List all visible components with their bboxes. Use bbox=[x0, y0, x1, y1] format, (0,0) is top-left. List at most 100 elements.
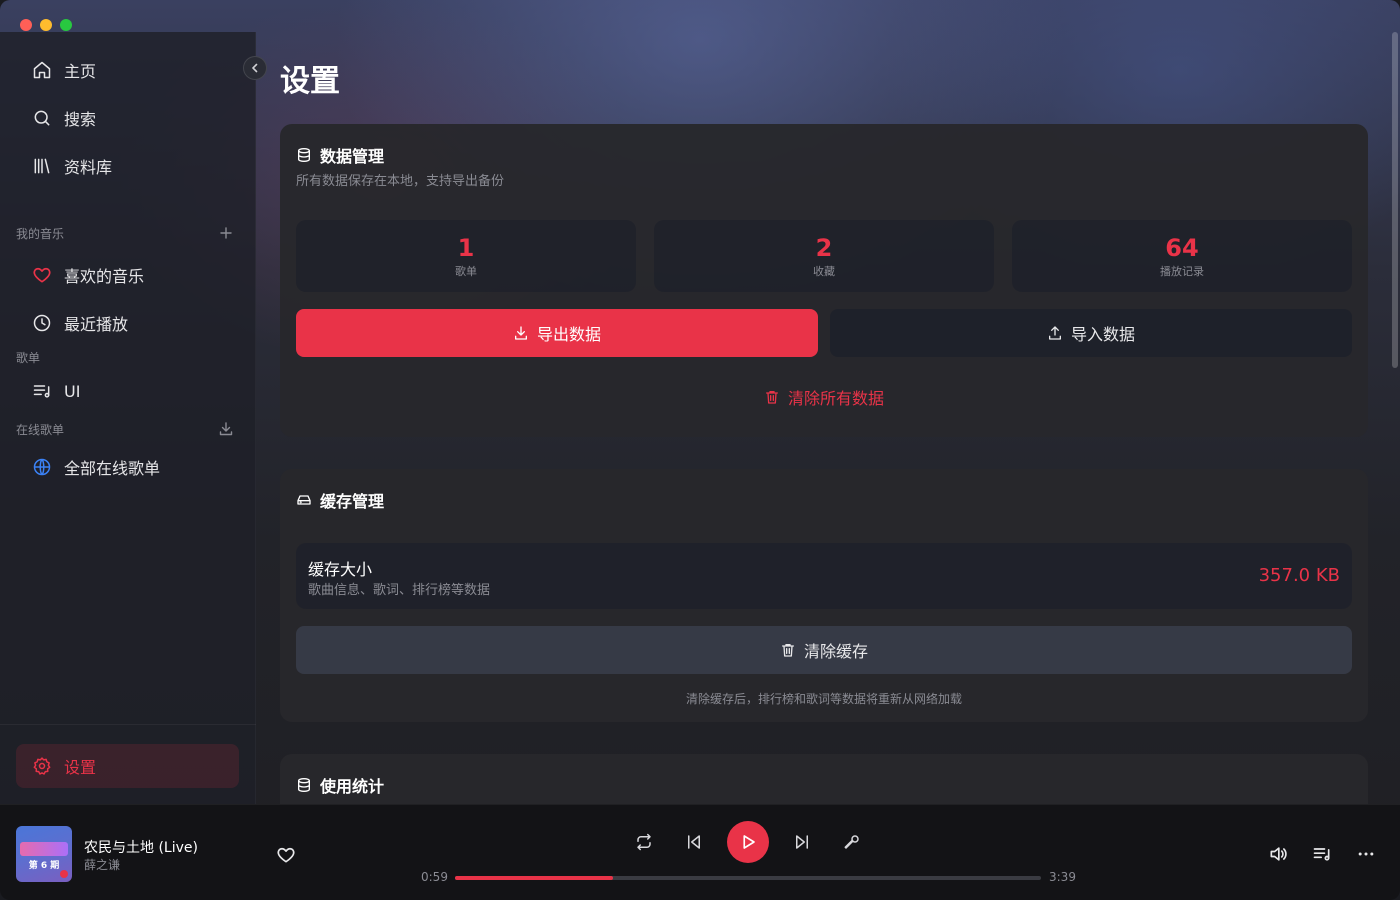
sidebar-item-library[interactable]: 资料库 bbox=[16, 144, 239, 188]
sidebar-item-all-online[interactable]: 全部在线歌单 bbox=[16, 445, 239, 489]
sidebar-item-home[interactable]: 主页 bbox=[16, 48, 239, 92]
album-cover-art bbox=[20, 842, 68, 856]
sidebar-item-label: 全部在线歌单 bbox=[64, 459, 161, 478]
window-controls bbox=[20, 19, 72, 31]
usage-stats-card: 使用统计 bbox=[280, 754, 1368, 804]
sidebar-item-label: 搜索 bbox=[64, 110, 97, 129]
stat-label: 收藏 bbox=[813, 264, 835, 278]
usage-stats-title: 使用统计 bbox=[320, 777, 385, 796]
data-management-header: 数据管理 bbox=[296, 143, 384, 167]
sidebar-item-settings[interactable]: 设置 bbox=[16, 744, 239, 788]
lyrics-button[interactable] bbox=[841, 831, 863, 853]
close-window-button[interactable] bbox=[20, 19, 32, 31]
more-horizontal-icon bbox=[1358, 852, 1374, 856]
library-icon bbox=[34, 158, 50, 174]
skip-forward-icon bbox=[796, 835, 808, 849]
add-playlist-icon[interactable] bbox=[218, 225, 234, 241]
page-title: 设置 bbox=[280, 64, 340, 99]
export-data-label: 导出数据 bbox=[536, 325, 601, 344]
collapse-sidebar-button[interactable] bbox=[243, 56, 267, 80]
my-music-section-label: 我的音乐 bbox=[16, 227, 65, 241]
sidebar-item-search[interactable]: 搜索 bbox=[16, 96, 239, 140]
cache-size-value: 357.0 KB bbox=[1258, 565, 1340, 586]
cache-management-header: 缓存管理 bbox=[296, 488, 384, 512]
usage-stats-header: 使用统计 bbox=[296, 773, 384, 797]
sidebar-item-liked-music[interactable]: 喜欢的音乐 bbox=[16, 253, 239, 297]
total-time: 3:39 bbox=[1049, 870, 1076, 884]
clock-icon bbox=[33, 314, 51, 332]
import-data-button[interactable]: 导入数据 bbox=[830, 309, 1352, 357]
download-icon bbox=[514, 326, 527, 340]
maximize-window-button[interactable] bbox=[60, 19, 72, 31]
sidebar-item-label: 设置 bbox=[64, 758, 97, 777]
next-button[interactable] bbox=[791, 831, 813, 853]
playlists-section-label: 歌单 bbox=[16, 351, 41, 365]
drive-icon bbox=[297, 495, 311, 505]
stat-value: 2 bbox=[815, 233, 833, 262]
sidebar-item-label: 资料库 bbox=[64, 158, 113, 177]
sidebar: 主页 搜索 资料库 我的音乐 喜欢的音乐 最近播放 歌单 UI 在线歌单 全部在… bbox=[0, 32, 256, 804]
sidebar-item-playlist-ui[interactable]: UI bbox=[16, 369, 239, 413]
current-time: 0:59 bbox=[421, 870, 448, 884]
download-icon[interactable] bbox=[218, 421, 234, 437]
cache-management-title: 缓存管理 bbox=[320, 492, 385, 511]
sidebar-item-label: 喜欢的音乐 bbox=[64, 267, 145, 286]
import-data-label: 导入数据 bbox=[1070, 325, 1135, 344]
export-data-button[interactable]: 导出数据 bbox=[296, 309, 818, 357]
clear-all-data-button[interactable]: 清除所有数据 bbox=[744, 373, 904, 421]
player-bar: 第 6 期 农民与土地 (Live) 薛之谦 0:59 3:39 bbox=[0, 804, 1400, 900]
cache-size-title: 缓存大小 bbox=[308, 560, 373, 579]
song-title[interactable]: 农民与土地 (Live) bbox=[84, 837, 198, 857]
progress-bar[interactable] bbox=[455, 876, 1041, 880]
microphone-icon bbox=[844, 835, 859, 849]
sidebar-item-label: 主页 bbox=[64, 62, 97, 81]
repeat-icon bbox=[637, 833, 651, 851]
stat-play-history: 64 播放记录 bbox=[1012, 220, 1352, 292]
more-button[interactable] bbox=[1354, 842, 1378, 866]
queue-button[interactable] bbox=[1310, 842, 1334, 866]
stat-playlists: 1 歌单 bbox=[296, 220, 636, 292]
sidebar-item-recent[interactable]: 最近播放 bbox=[16, 301, 239, 345]
database-icon bbox=[298, 148, 310, 163]
clear-all-data-label: 清除所有数据 bbox=[787, 389, 884, 408]
cache-management-card: 缓存管理 缓存大小 歌曲信息、歌词、排行榜等数据 357.0 KB 清除缓存 清… bbox=[280, 469, 1368, 722]
online-playlists-section-label: 在线歌单 bbox=[16, 423, 65, 437]
clear-cache-button[interactable]: 清除缓存 bbox=[296, 626, 1352, 674]
sidebar-divider bbox=[0, 724, 256, 725]
minimize-window-button[interactable] bbox=[40, 19, 52, 31]
progress-fill bbox=[455, 876, 614, 880]
stat-label: 播放记录 bbox=[1160, 264, 1204, 278]
play-icon bbox=[743, 835, 755, 849]
volume-button[interactable] bbox=[1266, 842, 1290, 866]
cache-size-description: 歌曲信息、歌词、排行榜等数据 bbox=[308, 583, 491, 598]
skip-back-icon bbox=[688, 835, 700, 849]
play-button[interactable] bbox=[727, 821, 769, 863]
previous-button[interactable] bbox=[683, 831, 705, 853]
clear-cache-hint: 清除缓存后，排行榜和歌词等数据将重新从网络加载 bbox=[685, 692, 962, 706]
heart-outline-icon bbox=[277, 847, 295, 863]
main-content: 设置 数据管理 所有数据保存在本地，支持导出备份 1 歌单 2 收藏 64 播放… bbox=[256, 0, 1400, 804]
trash-icon bbox=[765, 391, 778, 404]
globe-icon bbox=[33, 458, 51, 476]
home-icon bbox=[33, 61, 51, 79]
clear-cache-label: 清除缓存 bbox=[803, 642, 868, 661]
playlist-icon bbox=[33, 385, 50, 398]
like-button[interactable] bbox=[274, 843, 298, 867]
album-cover-badge bbox=[60, 870, 68, 878]
search-icon bbox=[34, 110, 50, 126]
upload-icon bbox=[1048, 326, 1061, 340]
sidebar-item-label: 最近播放 bbox=[64, 315, 129, 334]
gear-icon bbox=[33, 757, 51, 775]
main-scrollbar[interactable] bbox=[1392, 32, 1398, 368]
repeat-button[interactable] bbox=[633, 831, 655, 853]
data-management-card: 数据管理 所有数据保存在本地，支持导出备份 1 歌单 2 收藏 64 播放记录 … bbox=[280, 124, 1368, 437]
album-cover[interactable]: 第 6 期 bbox=[16, 826, 72, 882]
volume-icon bbox=[1270, 847, 1287, 861]
queue-icon bbox=[1313, 848, 1330, 861]
stat-value: 64 bbox=[1165, 233, 1199, 262]
data-management-subtitle: 所有数据保存在本地，支持导出备份 bbox=[296, 174, 505, 189]
sidebar-item-label: UI bbox=[64, 381, 81, 401]
song-artist[interactable]: 薛之谦 bbox=[84, 856, 120, 873]
stat-value: 1 bbox=[457, 233, 475, 262]
trash-icon bbox=[781, 644, 794, 657]
